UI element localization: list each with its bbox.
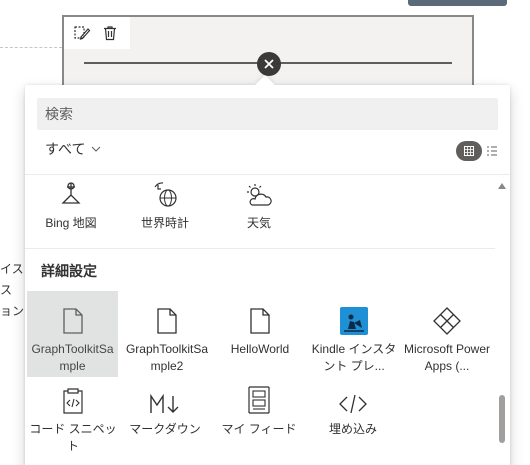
webpart-item-code-snippet[interactable]: コード スニペット [27, 379, 119, 455]
webpart-label: GraphToolkitSample [31, 342, 114, 373]
list-view-icon[interactable] [484, 143, 500, 159]
webpart-label: 埋め込み [328, 422, 377, 436]
webpart-label: 天気 [246, 216, 271, 230]
section-dashed-border [0, 47, 62, 48]
close-x-icon[interactable] [257, 52, 281, 76]
document-icon [214, 299, 306, 335]
markdown-icon [119, 379, 211, 415]
header-button[interactable] [408, 0, 507, 6]
kindle-icon [308, 299, 400, 335]
webpart-item-graphtoolkitsample[interactable]: GraphToolkitSample [27, 291, 118, 377]
webpart-label: マークダウン [129, 422, 201, 436]
section-title: 詳細設定 [41, 263, 97, 279]
side-text-2: ス [0, 283, 13, 297]
filter-label: すべて [45, 141, 86, 157]
powerapps-icon [401, 299, 493, 335]
webpart-label: HelloWorld [230, 342, 290, 356]
category-filter-dropdown[interactable]: すべて [45, 139, 101, 159]
webpart-label: Microsoft PowerApps (... [403, 342, 491, 373]
webpart-label: コード スニペット [29, 422, 117, 453]
my-feed-icon [213, 379, 305, 415]
webpart-toolbar [64, 17, 130, 49]
map-pin-icon [25, 175, 117, 209]
webpart-label: GraphToolkitSample2 [125, 342, 209, 373]
edit-webpart-icon[interactable] [70, 21, 94, 45]
vertical-scrollbar[interactable] [496, 175, 508, 465]
webpart-item-markdown[interactable]: マークダウン [119, 379, 211, 438]
document-icon [121, 299, 213, 335]
webpart-list: Bing 地図 世界時計 天気 詳細設定 GraphToolkitSample … [25, 175, 495, 465]
view-toggle [456, 141, 500, 161]
webpart-toolbox-panel: すべて Bing 地図 [25, 75, 510, 465]
search-input[interactable] [37, 98, 498, 130]
webpart-item-kindle[interactable]: Kindle インスタント プレ... [308, 291, 400, 375]
webpart-item-bing-map[interactable]: Bing 地図 [25, 175, 117, 232]
document-icon [27, 299, 118, 335]
scroll-up-arrow-icon[interactable] [498, 183, 506, 189]
webpart-item-my-feed[interactable]: マイ フィード [213, 379, 305, 438]
chevron-down-icon [92, 146, 101, 152]
webpart-item-embed[interactable]: 埋め込み [307, 379, 399, 438]
webpart-label: Bing 地図 [45, 216, 97, 230]
weather-icon [213, 175, 305, 209]
code-snippet-icon [27, 379, 119, 415]
trash-icon[interactable] [98, 21, 122, 45]
webpart-item-weather[interactable]: 天気 [213, 175, 305, 232]
side-text-3: ョン [0, 304, 25, 318]
side-text-1: イス [0, 262, 24, 276]
webpart-label: マイ フィード [221, 422, 297, 436]
scrollbar-thumb[interactable] [499, 395, 505, 443]
embed-icon [307, 379, 399, 415]
grid-view-icon[interactable] [456, 141, 482, 161]
webpart-item-powerapps[interactable]: Microsoft PowerApps (... [401, 291, 493, 375]
webpart-label: Kindle インスタント プレ... [311, 342, 397, 373]
webpart-label: 世界時計 [140, 216, 189, 230]
world-clock-icon [119, 175, 211, 209]
section-divider [25, 248, 495, 249]
webpart-item-graphtoolkitsample2[interactable]: GraphToolkitSample2 [121, 291, 213, 375]
webpart-item-helloworld[interactable]: HelloWorld [214, 291, 306, 358]
webpart-item-world-clock[interactable]: 世界時計 [119, 175, 211, 232]
